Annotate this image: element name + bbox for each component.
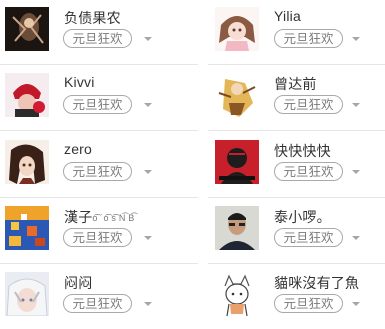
status-badge[interactable]: 元旦狂欢 (63, 228, 132, 247)
avatar[interactable] (5, 206, 49, 250)
list-item[interactable]: 漢子o͡ ˙o͡ s͡ N͡ B͡ 元旦狂欢 (0, 199, 198, 264)
chevron-down-icon[interactable] (352, 236, 360, 240)
divider (208, 263, 385, 264)
list-item[interactable]: 闷闷 元旦狂欢 (0, 265, 198, 323)
status-badge[interactable]: 元旦狂欢 (274, 95, 343, 114)
chevron-down-icon[interactable] (144, 37, 152, 41)
member-name[interactable]: zero (64, 141, 92, 157)
list-item[interactable]: 曾达前 元旦狂欢 (208, 66, 385, 131)
member-name[interactable]: 快快快快 (274, 141, 331, 161)
chevron-down-icon[interactable] (144, 103, 152, 107)
member-name[interactable]: 貓咪沒有了魚 (274, 273, 359, 293)
chevron-down-icon[interactable] (352, 37, 360, 41)
chevron-down-icon[interactable] (352, 302, 360, 306)
avatar[interactable] (215, 140, 259, 184)
member-name[interactable]: Kivvi (64, 74, 95, 90)
status-badge[interactable]: 元旦狂欢 (63, 29, 132, 48)
divider (0, 130, 198, 131)
list-item[interactable]: zero 元旦狂欢 (0, 133, 198, 198)
list-item[interactable]: 快快快快 元旦狂欢 (208, 133, 385, 198)
avatar[interactable] (215, 272, 259, 316)
status-badge[interactable]: 元旦狂欢 (274, 29, 343, 48)
avatar[interactable] (215, 73, 259, 117)
avatar[interactable] (215, 206, 259, 250)
status-badge[interactable]: 元旦狂欢 (63, 162, 132, 181)
chevron-down-icon[interactable] (144, 170, 152, 174)
list-item[interactable]: Kivvi 元旦狂欢 (0, 66, 198, 131)
list-item[interactable]: 负债果农 元旦狂欢 (0, 0, 198, 65)
divider (208, 197, 385, 198)
member-name[interactable]: 泰小啰。 (274, 207, 331, 227)
status-badge[interactable]: 元旦狂欢 (274, 294, 343, 313)
member-list: 负债果农 元旦狂欢 Kivvi 元旦狂欢 zero 元旦狂欢 漢子o͡ ˙o͡ … (0, 0, 385, 329)
member-name[interactable]: 负债果农 (64, 8, 121, 28)
chevron-down-icon[interactable] (352, 103, 360, 107)
member-name[interactable]: Yilia (274, 8, 301, 24)
avatar[interactable] (5, 7, 49, 51)
avatar[interactable] (215, 7, 259, 51)
list-item[interactable]: Yilia 元旦狂欢 (208, 0, 385, 65)
member-name[interactable]: 漢子o͡ ˙o͡ s͡ N͡ B͡ (64, 207, 134, 227)
avatar[interactable] (5, 272, 49, 316)
chevron-down-icon[interactable] (144, 302, 152, 306)
chevron-down-icon[interactable] (352, 170, 360, 174)
divider (208, 64, 385, 65)
name-decoration: o͡ ˙o͡ s͡ N͡ B͡ (92, 213, 135, 223)
avatar[interactable] (5, 140, 49, 184)
divider (208, 130, 385, 131)
divider (0, 263, 198, 264)
divider (0, 197, 198, 198)
chevron-down-icon[interactable] (144, 236, 152, 240)
status-badge[interactable]: 元旦狂欢 (63, 95, 132, 114)
member-name[interactable]: 曾达前 (274, 74, 317, 94)
status-badge[interactable]: 元旦狂欢 (274, 228, 343, 247)
avatar[interactable] (5, 73, 49, 117)
status-badge[interactable]: 元旦狂欢 (63, 294, 132, 313)
member-name[interactable]: 闷闷 (64, 273, 92, 293)
list-item[interactable]: 貓咪沒有了魚 元旦狂欢 (208, 265, 385, 323)
status-badge[interactable]: 元旦狂欢 (274, 162, 343, 181)
list-item[interactable]: 泰小啰。 元旦狂欢 (208, 199, 385, 264)
divider (0, 64, 198, 65)
